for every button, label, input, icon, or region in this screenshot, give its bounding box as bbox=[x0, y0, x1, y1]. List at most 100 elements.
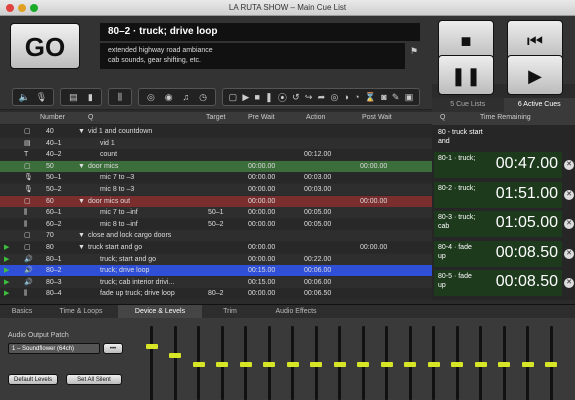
table-row[interactable]: T 40–2 count 00:12.00 bbox=[0, 149, 432, 161]
start-icon[interactable]: ▶ bbox=[242, 92, 249, 103]
volume-fader-knob[interactable] bbox=[145, 344, 158, 349]
control-tools[interactable]: ▢ ▶ ■ ❚ ⦿ ↺ ↪ ➦ ◎ ◑ ◔ ⌛ ◙ ✎ ▣ bbox=[222, 88, 420, 106]
table-row[interactable]: ▶ 🔊 80–1 truck; start and go 00:00.00 00:22.0… bbox=[0, 253, 432, 265]
table-row[interactable]: ▶ ▢ 80 ▼ truck start and go 00:00.00 00:00.00 bbox=[0, 242, 432, 253]
group-disclosure-icon[interactable]: ▼ bbox=[78, 230, 85, 241]
current-cue-notes[interactable]: extended highway road ambiance cab sound… bbox=[100, 43, 405, 69]
col-pre-wait[interactable]: Pre Wait bbox=[248, 114, 275, 121]
volume-fader-knob[interactable] bbox=[216, 362, 228, 367]
volume-fader-knob[interactable] bbox=[451, 362, 463, 367]
volume-fader-track[interactable] bbox=[173, 326, 177, 400]
default-levels-button[interactable]: Default Levels bbox=[8, 374, 58, 385]
stop-button[interactable]: ■ bbox=[438, 20, 494, 60]
disarm-icon[interactable]: ◔ bbox=[354, 92, 359, 102]
table-row[interactable]: ▤ 40–1 vid 1 bbox=[0, 137, 432, 149]
target-cue-icon[interactable]: ◎ bbox=[330, 92, 338, 103]
group-icon[interactable]: ▢ bbox=[229, 92, 238, 103]
table-row[interactable]: ⫼ 60–2 mic 8 to –inf 50–2 00:00.00 00:05.00 bbox=[0, 218, 432, 230]
col-target[interactable]: Target bbox=[206, 114, 225, 121]
group-disclosure-icon[interactable]: ▼ bbox=[78, 126, 85, 137]
wait-icon[interactable]: ⌛ bbox=[365, 92, 376, 103]
table-row[interactable]: ▢ 50 ▼ door mics 00:00.00 00:00.00 bbox=[0, 160, 432, 172]
volume-fader-knob[interactable] bbox=[169, 353, 181, 358]
zoom-window-icon[interactable] bbox=[30, 4, 38, 12]
midi-icon[interactable]: ◙ bbox=[381, 92, 386, 102]
table-row[interactable]: ▢ 60 ▼ door mics out 00:00.00 00:00.00 bbox=[0, 195, 432, 207]
dot-icon[interactable]: ◉ bbox=[165, 92, 173, 103]
group-disclosure-icon[interactable]: ▼ bbox=[78, 161, 85, 172]
volume-fader-knob[interactable] bbox=[545, 362, 557, 367]
reset-icon[interactable]: ↺ bbox=[292, 92, 300, 103]
volume-fader-knob[interactable] bbox=[239, 362, 252, 367]
tab-trim[interactable]: Trim bbox=[202, 305, 258, 318]
target-icon[interactable]: ◎ bbox=[147, 92, 155, 103]
stop-active-cue-icon[interactable]: ✕ bbox=[564, 278, 574, 288]
fader-tools[interactable]: ⫼ bbox=[108, 88, 132, 106]
go-button[interactable]: GO bbox=[10, 23, 80, 69]
volume-fader-track[interactable] bbox=[150, 326, 153, 400]
volume-fader-knob[interactable] bbox=[427, 362, 440, 367]
table-row[interactable]: 🎙 50–2 mic 8 to –3 00:00.00 00:03.00 bbox=[0, 184, 432, 195]
volume-fader-knob[interactable] bbox=[333, 362, 346, 367]
pause-cue-icon[interactable]: ❚ bbox=[265, 92, 273, 103]
volume-fader-knob[interactable] bbox=[404, 362, 416, 367]
table-row[interactable]: ▶ 🔊 80–3 truck; cab interior drivi... 00:15.… bbox=[0, 276, 432, 288]
output-patch-more-button[interactable]: ••• bbox=[103, 343, 123, 354]
mic-icon[interactable]: 🎙 bbox=[36, 92, 47, 103]
col-post-wait[interactable]: Post Wait bbox=[362, 114, 392, 121]
stop-cue-icon[interactable]: ■ bbox=[254, 92, 259, 102]
tab-basics[interactable]: Basics bbox=[0, 305, 44, 318]
speaker-icon[interactable]: 🔈 bbox=[19, 92, 30, 103]
active-cue-item[interactable]: 80-5 · fade up 00:08.50 ✕ bbox=[434, 270, 574, 296]
resume-button[interactable]: ▶ bbox=[507, 55, 563, 95]
camera-icon[interactable]: ▮ bbox=[88, 92, 93, 103]
set-all-silent-button[interactable]: Set All Silent bbox=[66, 374, 122, 385]
tab-active-cues[interactable]: 6 Active Cues bbox=[503, 98, 575, 112]
stop-active-cue-icon[interactable]: ✕ bbox=[564, 160, 574, 170]
col-number[interactable]: Number bbox=[40, 114, 65, 121]
group-disclosure-icon[interactable]: ▼ bbox=[78, 196, 85, 207]
tab-cue-lists[interactable]: 5 Cue Lists bbox=[432, 98, 504, 112]
active-cue-item[interactable]: 80-2 · truck; 01:51.00 ✕ bbox=[434, 181, 574, 208]
stop-active-cue-icon[interactable]: ✕ bbox=[564, 248, 574, 259]
volume-fader-knob[interactable] bbox=[498, 362, 510, 367]
volume-fader-knob[interactable] bbox=[310, 362, 322, 367]
tab-device-levels[interactable]: Device & Levels bbox=[118, 305, 202, 318]
table-row[interactable]: 🎙 50–1 mic 7 to –3 00:00.00 00:03.00 bbox=[0, 172, 432, 184]
audio-tools[interactable]: 🔈 🎙 bbox=[12, 88, 54, 106]
arm-icon[interactable]: ◑ bbox=[344, 92, 349, 102]
flag-icon[interactable]: ⚑ bbox=[410, 46, 418, 57]
active-cue-item[interactable]: 80-1 · truck; 00:47.00 ✕ bbox=[434, 152, 574, 178]
volume-fader-knob[interactable] bbox=[357, 362, 369, 367]
script-icon[interactable]: ✎ bbox=[392, 92, 400, 103]
misc-tools[interactable]: ◎ ◉ ♫ ◷ bbox=[138, 88, 216, 106]
volume-fader-knob[interactable] bbox=[286, 362, 299, 367]
minimize-window-icon[interactable] bbox=[18, 4, 26, 12]
memo-icon[interactable]: ▣ bbox=[405, 92, 414, 103]
music-icon[interactable]: ♫ bbox=[182, 92, 189, 102]
table-row[interactable]: ▢ 40 ▼ vid 1 and countdown bbox=[0, 126, 432, 137]
volume-fader-knob[interactable] bbox=[521, 362, 534, 367]
load-icon[interactable]: ⦿ bbox=[278, 91, 287, 104]
fader-icon[interactable]: ⫼ bbox=[118, 92, 122, 103]
tab-time-loops[interactable]: Time & Loops bbox=[44, 305, 118, 318]
active-cue-item[interactable]: 80-4 · fade up 00:08.50 ✕ bbox=[434, 240, 574, 267]
tab-audio-effects[interactable]: Audio Effects bbox=[258, 305, 334, 318]
table-row[interactable]: ▶ ⫼ 80–4 fade up truck; drive loop 80–2 00:00… bbox=[0, 288, 432, 300]
goto-icon[interactable]: ➦ bbox=[318, 92, 326, 103]
close-window-icon[interactable] bbox=[6, 4, 14, 12]
pause-button[interactable]: ❚❚ bbox=[438, 55, 494, 95]
volume-fader-knob[interactable] bbox=[263, 362, 275, 367]
film-icon[interactable]: ▤ bbox=[69, 92, 78, 103]
output-patch-select[interactable]: 1 – Soundflower (64ch) bbox=[8, 343, 100, 354]
video-tools[interactable]: ▤ ▮ bbox=[60, 88, 102, 106]
col-action[interactable]: Action bbox=[306, 114, 325, 121]
devamp-icon[interactable]: ↪ bbox=[305, 92, 313, 103]
volume-fader-knob[interactable] bbox=[192, 362, 205, 367]
table-row[interactable]: ⫼ 60–1 mic 7 to –inf 50–1 00:00.00 00:05.00 bbox=[0, 207, 432, 219]
table-row[interactable]: ▶ 🔊 80–2 truck; drive loop 00:15.00 00:06.00 bbox=[0, 265, 432, 277]
back-button[interactable]: ⏮ bbox=[507, 20, 563, 60]
volume-fader-knob[interactable] bbox=[380, 362, 393, 367]
stop-active-cue-icon[interactable]: ✕ bbox=[564, 189, 574, 200]
col-q[interactable]: Q bbox=[88, 114, 93, 121]
